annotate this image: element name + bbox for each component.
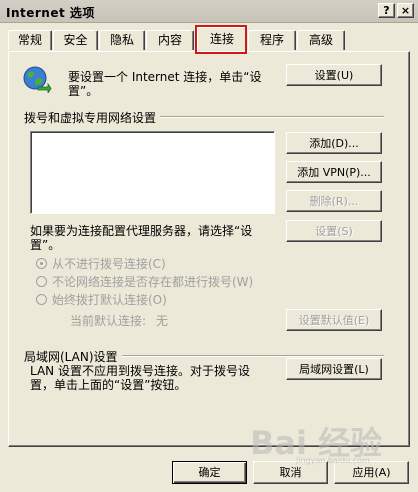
apply-button[interactable]: 应用(A) xyxy=(334,461,409,484)
help-button[interactable]: ? xyxy=(378,3,395,18)
dialup-connections-list[interactable] xyxy=(30,131,275,214)
globe-connection-icon xyxy=(23,66,52,93)
radio-never-dial-label: 从不进行拨号连接(C) xyxy=(52,257,166,271)
tab-security[interactable]: 安全 xyxy=(53,30,98,50)
tab-highlight-box xyxy=(195,25,247,54)
title-bar: Internet 选项 ? × xyxy=(0,0,418,23)
tab-privacy[interactable]: 隐私 xyxy=(99,30,145,50)
delete-connection-button[interactable]: 删除(R)... xyxy=(286,190,382,212)
radio-dial-when-no-network-label: 不论网络连接是否存在都进行拨号(W) xyxy=(52,275,254,289)
proxy-text-line2: 置”。 xyxy=(30,238,61,252)
setup-text-line1: 要设置一个 Internet 连接，单击“设 xyxy=(68,70,262,84)
tab-general[interactable]: 常规 xyxy=(8,30,52,50)
cancel-button[interactable]: 取消 xyxy=(253,461,328,484)
dialup-section-label: 拨号和虚拟专用网络设置 xyxy=(24,109,161,126)
tab-content[interactable]: 内容 xyxy=(146,30,194,50)
current-default-label: 当前默认连接: xyxy=(70,314,147,328)
close-button[interactable]: × xyxy=(397,3,414,18)
current-default-value: 无 xyxy=(156,314,169,328)
tab-advanced[interactable]: 高级 xyxy=(297,30,345,50)
proxy-text-line1: 如果要为连接配置代理服务器，请选择“设 xyxy=(30,224,253,238)
window-title: Internet 选项 xyxy=(6,6,95,20)
radio-always-dial-label: 始终拨打默认连接(O) xyxy=(52,293,167,307)
lan-section-label: 局域网(LAN)设置 xyxy=(24,348,122,365)
add-connection-button[interactable]: 添加(D)... xyxy=(286,132,382,154)
setup-button[interactable]: 设置(U) xyxy=(286,64,382,86)
lan-settings-button[interactable]: 局域网设置(L) xyxy=(286,358,382,380)
tab-programs[interactable]: 程序 xyxy=(248,30,296,50)
add-vpn-button[interactable]: 添加 VPN(P)... xyxy=(286,161,382,183)
set-default-button[interactable]: 设置默认值(E) xyxy=(286,309,382,331)
radio-always-dial[interactable] xyxy=(36,294,47,305)
lan-text-line2: 置，单击上面的“设置”按钮。 xyxy=(30,378,187,392)
radio-never-dial[interactable] xyxy=(36,258,47,269)
setup-text-line2: 置”。 xyxy=(68,84,99,98)
radio-dial-when-no-network[interactable] xyxy=(36,276,47,287)
lan-text-line1: LAN 设置不应用到拨号连接。对于拨号设 xyxy=(30,364,250,378)
dialup-settings-button[interactable]: 设置(S) xyxy=(286,220,382,242)
ok-button[interactable]: 确定 xyxy=(172,461,247,484)
